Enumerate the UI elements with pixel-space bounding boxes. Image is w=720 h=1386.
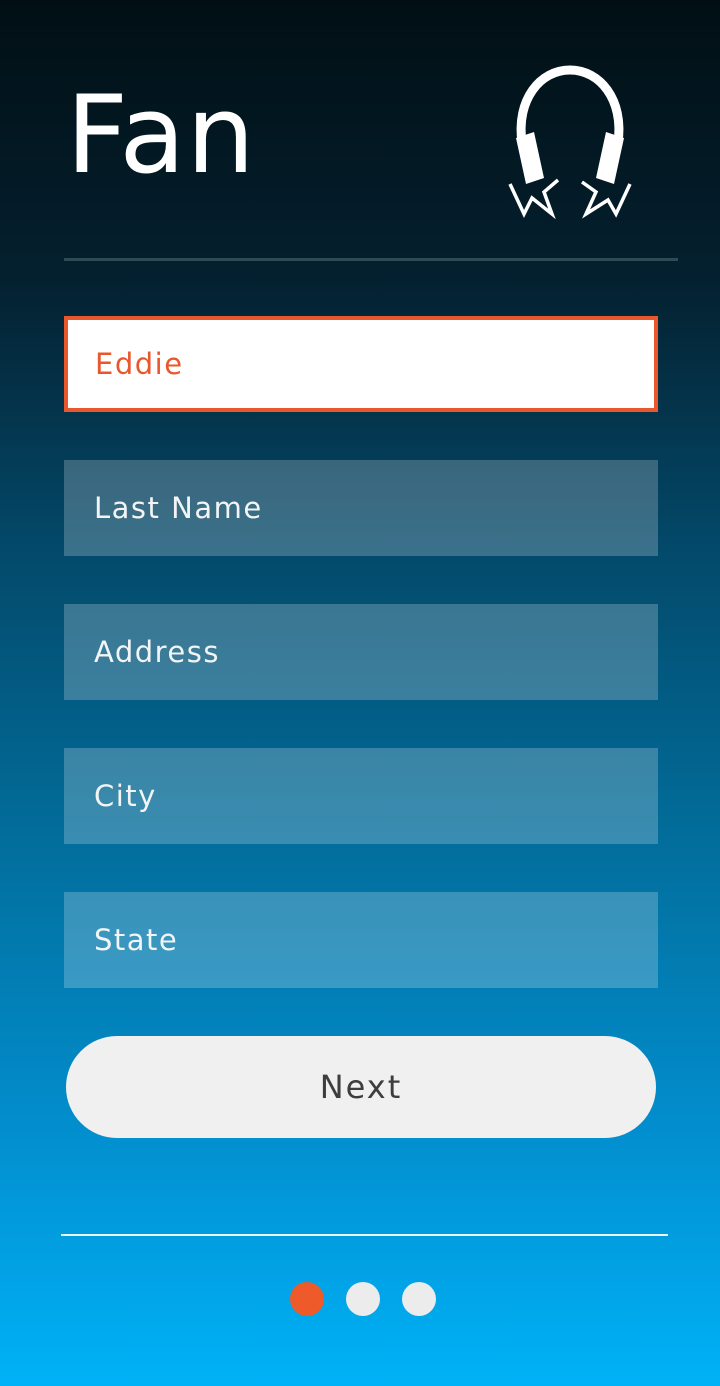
page-dot-3[interactable] [402,1282,436,1316]
address-field[interactable]: Address [64,604,658,700]
header: Fan [0,0,720,262]
city-field[interactable]: City [64,748,658,844]
header-divider [64,258,678,261]
footer-divider [61,1234,668,1236]
next-button[interactable]: Next [66,1036,656,1138]
page-dot-2[interactable] [346,1282,380,1316]
first-name-field[interactable]: Eddie [64,316,658,412]
last-name-field[interactable]: Last Name [64,460,658,556]
state-field[interactable]: State [64,892,658,988]
page-indicator [290,1282,436,1316]
page-dot-1[interactable] [290,1282,324,1316]
page-title: Fan [66,73,256,198]
headphones-icon [508,65,632,220]
